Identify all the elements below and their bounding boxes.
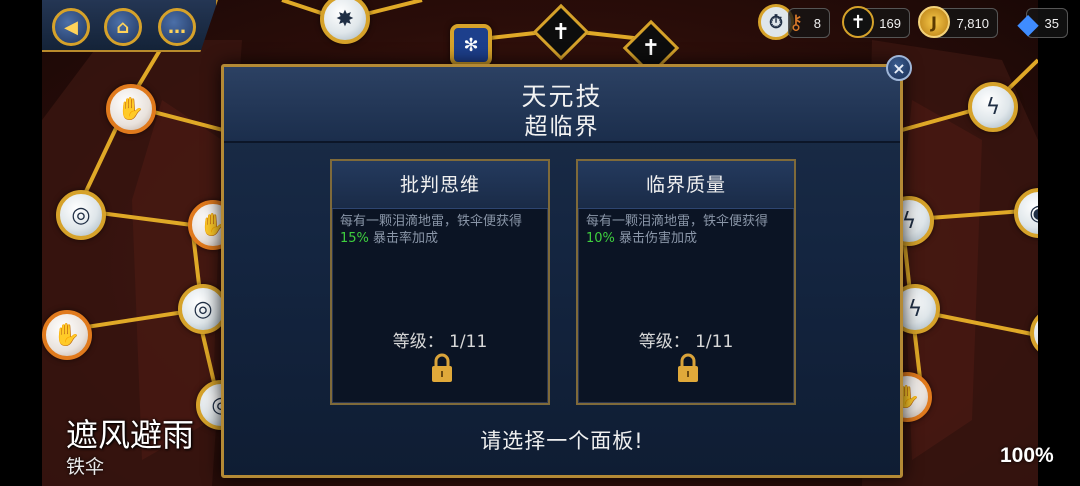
card-level: 等级： 1/11 [578,327,794,352]
gold-coin-icon: J [918,6,950,38]
home-icon: ⌂ [116,16,130,38]
card-description: 每有一颗泪滴地雷，铁伞便获得 15% 暴击率加成 [340,213,546,247]
lock-icon [432,353,452,382]
desc-text: 暴击率加成 [373,231,439,246]
skill-node-stopwatch[interactable]: ϟ [968,82,1018,132]
talent-card-critical-thinking[interactable]: 批判思维 每有一颗泪滴地雷，铁伞便获得 15% 暴击率加成 等级： 1/11 [330,159,550,405]
sword-icon: ✝ [551,19,571,45]
talent-selection-dialog: 天元技 超临界 批判思维 每有一颗泪滴地雷，铁伞便获得 15% 暴击率加成 等级… [221,64,903,478]
top-nav-panel: ◀ ⌂ … [42,0,218,52]
card-level: 等级： 1/11 [332,327,548,352]
key-icon: ⚷ [788,10,804,34]
level-label: 等级： [638,332,690,352]
lock-icon [678,353,698,382]
sword-icon: ✝ [641,35,661,61]
close-button[interactable]: × [886,55,912,81]
weapon-name-label: 铁伞 [66,456,105,478]
close-icon: × [892,58,906,78]
skill-node-glove[interactable]: ✋ [106,84,156,134]
home-button[interactable]: ⌂ [104,8,142,46]
desc-value: 15% [340,231,369,246]
blue-gem-icon: ◆ [1017,6,1039,40]
card-title: 临界质量 [578,161,794,209]
back-arrow-icon: ◀ [64,16,78,38]
skill-node-target[interactable]: ◎ [56,190,106,240]
card-title: 批判思维 [332,161,548,209]
dialog-header: 天元技 超临界 [224,67,900,143]
level-value: 1/11 [449,332,488,352]
screen-edge-right [1038,0,1080,486]
level-label: 等级： [392,332,444,352]
desc-text: 暴击伤害加成 [619,231,698,246]
selection-prompt: 请选择一个面板! [480,429,644,453]
chat-bubble-icon: … [168,16,186,38]
dialog-subtitle: 超临界 [524,114,600,140]
back-button[interactable]: ◀ [52,8,90,46]
skill-name-label: 遮风避雨 [66,416,195,454]
desc-text: 每有一颗泪滴地雷，铁伞便获得 [340,214,523,229]
desc-value: 10% [586,231,615,246]
sword-currency-icon: ✝ [842,6,874,38]
level-value: 1/11 [695,332,734,352]
chat-button[interactable]: … [158,8,196,46]
desc-text: 每有一颗泪滴地雷，铁伞便获得 [586,214,769,229]
talent-card-critical-mass[interactable]: 临界质量 每有一颗泪滴地雷，铁伞便获得 10% 暴击伤害加成 等级： 1/11 [576,159,796,405]
card-description: 每有一颗泪滴地雷，铁伞便获得 10% 暴击伤害加成 [586,213,792,247]
screen-edge-left [0,0,42,486]
progress-percent: 100% [1000,444,1054,467]
skill-node-snowflake[interactable]: ✻ [450,24,492,66]
skill-node-glove[interactable]: ✋ [42,310,92,360]
